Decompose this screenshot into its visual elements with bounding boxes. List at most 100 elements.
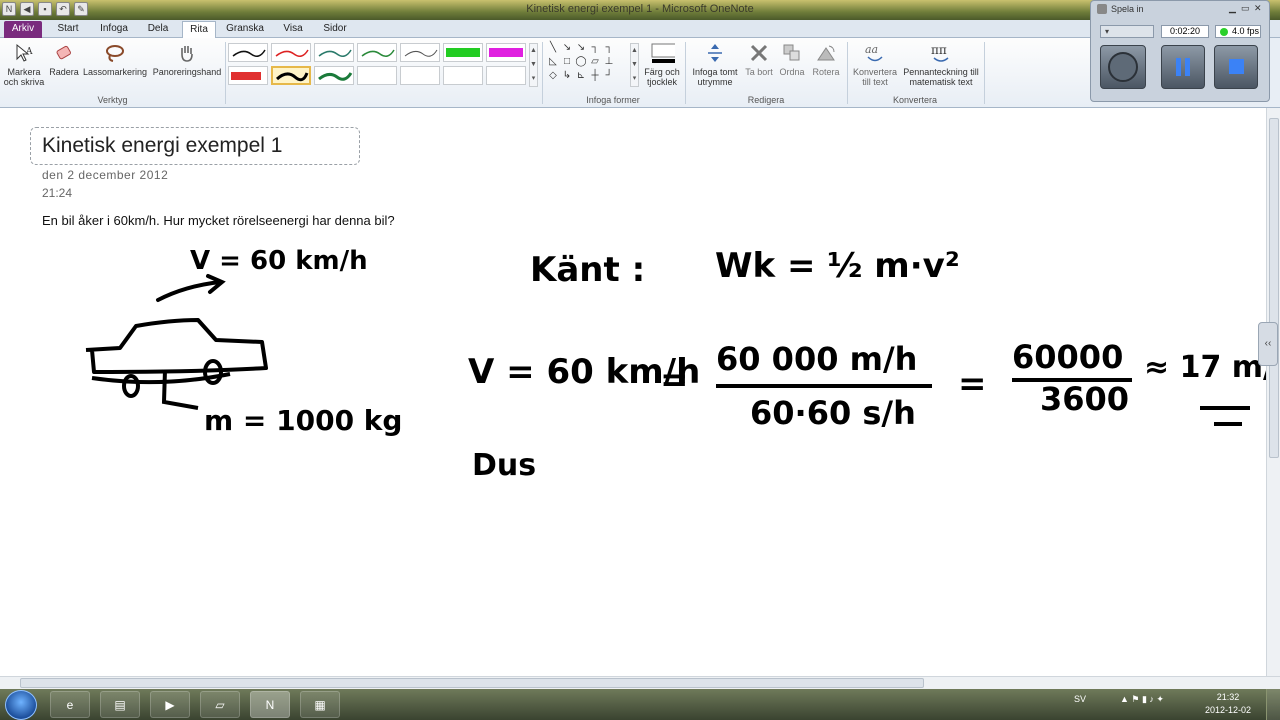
clock[interactable]: 21:32 2012-12-02 [1200,691,1256,717]
highlighter-icon [446,48,480,57]
horizontal-scroll-thumb[interactable] [20,678,924,688]
tab-dela[interactable]: Dela [140,21,176,38]
ink-velocity-car[interactable]: V = 60 km/h [190,246,368,276]
ink-mass[interactable]: m = 1000 kg [204,404,402,437]
pen-gray[interactable] [400,43,440,62]
ink-to-math-button[interactable]: ππ Pennanteckning till matematisk text [902,42,980,87]
vertical-scroll-thumb[interactable] [1269,118,1279,458]
axis-icon[interactable]: ┐ [603,43,615,53]
side-panel-handle[interactable]: ‹‹ [1258,322,1278,366]
sticky-notes-icon[interactable]: ▱ [200,691,240,718]
tab-rita[interactable]: Rita [182,21,216,38]
panorering-button[interactable]: Panoreringshand [150,42,224,77]
arrange-button[interactable]: Ordna [776,42,808,77]
double-arrow-icon[interactable]: ↘ [575,43,587,53]
insert-space-button[interactable]: Infoga tomt utrymme [688,42,742,87]
page-title-container[interactable]: Kinetisk energi exempel 1 [30,127,360,165]
radera-button[interactable]: Radera [48,42,80,77]
axis-3d-icon[interactable]: ⊾ [575,71,587,81]
highlighter-green[interactable] [443,43,483,62]
language-indicator[interactable]: SV [1074,694,1086,704]
ink-formula[interactable]: Wk = ½ m·v² [715,246,960,286]
tab-granska[interactable]: Granska [222,21,268,38]
pen-empty[interactable] [357,66,397,85]
recorder-fps: 4.0 fps [1215,25,1261,38]
pen-teal[interactable] [314,43,354,62]
pen-red[interactable] [271,43,311,62]
tab-infoga[interactable]: Infoga [94,21,134,38]
highlighter-magenta[interactable] [486,43,526,62]
onenote-taskbar-icon[interactable]: N [250,691,290,718]
explorer-icon[interactable]: ▤ [100,691,140,718]
restore-icon[interactable]: ▭ [1241,3,1250,14]
axis-quadrant-icon[interactable]: ┼ [589,71,601,81]
pen-empty[interactable] [400,66,440,85]
note-page[interactable]: Kinetisk energi exempel 1 den 2 december… [0,108,1280,676]
vertical-scrollbar[interactable] [1266,108,1280,676]
triangle-icon[interactable]: ◺ [547,57,559,67]
system-tray-icons[interactable]: ▲ ⚑ ▮ ♪ ✦ [1120,694,1164,705]
color-thickness-button[interactable]: Färg och tjocklek [640,42,684,87]
corner-arrow-icon[interactable]: ┐ [589,43,601,53]
tab-sidor[interactable]: Sidor [316,21,354,38]
delete-button[interactable]: Ta bort [744,42,774,77]
color-swatch-icon [651,43,675,63]
graph-icon[interactable]: ⊥ [603,57,615,67]
horizontal-scrollbar[interactable] [0,676,1280,689]
gallery-scroll[interactable]: ▲ ▼ ▾ [529,43,538,87]
ink-known-label[interactable]: Känt : [530,250,645,290]
pen-stroke-icon [318,72,353,81]
app-taskbar-icon[interactable]: ▦ [300,691,340,718]
redigera-group-label: Redigera [747,95,785,105]
recorder-source-dropdown[interactable]: ▾ [1100,25,1154,38]
stop-button[interactable] [1214,45,1258,89]
rotate-button[interactable]: Rotera [810,42,842,77]
recorder-time: 0:02:20 [1161,25,1209,38]
minimize-icon[interactable]: ▁ [1229,3,1236,14]
pen-green-thick[interactable] [314,66,354,85]
diamond-icon[interactable]: ◇ [547,71,559,81]
axis-2d-icon[interactable]: ↳ [561,71,573,81]
ink-fraction-mid-denominator[interactable]: 60·60 s/h [750,394,916,432]
verktyg-group-label: Verktyg [97,95,128,105]
ink-fraction-right-numerator[interactable]: 60000 [1012,338,1123,376]
pen-red-thick[interactable] [228,66,268,85]
svg-text:ππ: ππ [931,43,947,57]
lasso-button[interactable]: Lassomarkering [82,42,148,77]
status-dot-icon [1220,28,1228,36]
axis-4-icon[interactable]: ┘ [603,71,615,81]
pen-black[interactable] [228,43,268,62]
tab-start[interactable]: Start [50,21,86,38]
ink-dus[interactable]: Dus [472,448,536,483]
pen-empty[interactable] [486,66,526,85]
pen-black-thick-selected[interactable] [271,66,311,85]
ie-icon[interactable]: e [50,691,90,718]
tab-visa[interactable]: Visa [276,21,310,38]
parallelogram-icon[interactable]: ▱ [589,57,601,67]
rectangle-icon[interactable]: □ [561,57,573,67]
record-button[interactable] [1100,45,1146,89]
question-text[interactable]: En bil åker i 60km/h. Hur mycket rörelse… [42,213,395,228]
markera-button[interactable]: A Markera och skriva [2,42,46,87]
shapes-scroll[interactable]: ▲ ▼ ▾ [630,43,639,87]
convert-text-icon: aa [865,43,883,62]
page-title[interactable]: Kinetisk energi exempel 1 [42,134,282,158]
pen-empty[interactable] [443,66,483,85]
convert-to-text-button[interactable]: aa Konvertera till text [850,42,900,87]
ribbon: A Markera och skriva Radera Lassomarkeri… [0,38,1090,108]
line-icon[interactable]: ╲ [547,43,559,53]
close-icon[interactable]: ✕ [1254,3,1262,14]
pause-button[interactable] [1161,45,1205,89]
eraser-icon [56,45,71,60]
media-player-icon[interactable]: ▶ [150,691,190,718]
ellipse-icon[interactable]: ◯ [575,57,587,67]
pen-stroke-icon [275,49,309,57]
ink-fraction-mid-numerator[interactable]: 60 000 m/h [716,340,917,378]
tab-arkiv[interactable]: Arkiv [4,21,42,38]
start-button[interactable] [5,690,37,720]
arrow-icon[interactable]: ↘ [561,43,573,53]
show-desktop-button[interactable] [1266,689,1280,720]
pen-green[interactable] [357,43,397,62]
ink-fraction-right-denominator[interactable]: 3600 [1040,380,1129,418]
pen-stroke-icon [361,49,395,57]
